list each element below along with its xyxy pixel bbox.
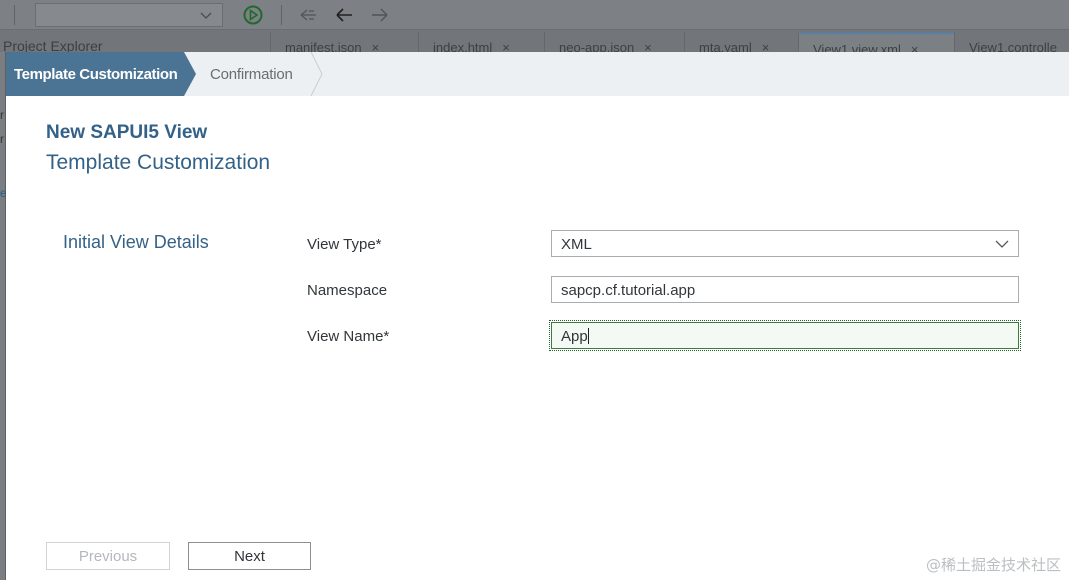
view-name-label: View Name* <box>307 328 390 345</box>
text-caret <box>587 328 589 344</box>
section-label-initial-view-details: Initial View Details <box>63 232 209 252</box>
step-template-customization[interactable]: Template Customization <box>6 52 196 96</box>
chevron-down-icon[interactable] <box>995 239 1009 249</box>
wizard-step-navigation: Template Customization Confirmation <box>6 52 1069 96</box>
step-label: Template Customization <box>14 65 178 83</box>
wizard-title: New SAPUI5 View <box>46 122 208 143</box>
ide-toolbar <box>0 0 1069 30</box>
toolbar-separator <box>281 5 282 25</box>
previous-button[interactable]: Previous <box>46 542 170 570</box>
tab-view1-view-xml[interactable]: View1.view.xml × <box>798 32 954 54</box>
tab-manifest-json[interactable]: manifest.json × <box>270 32 418 54</box>
view-type-label: View Type* <box>307 236 382 253</box>
tab-index-html[interactable]: index.html × <box>418 32 544 54</box>
view-type-select[interactable]: XML <box>551 230 1019 257</box>
namespace-input[interactable]: sapcp.cf.tutorial.app <box>551 276 1019 303</box>
back-arrow-icon[interactable] <box>334 6 354 24</box>
tab-mta-yaml[interactable]: mta.yaml × <box>684 32 798 54</box>
toolbar-separator <box>14 5 15 25</box>
view-name-value: App <box>561 328 588 345</box>
step-label: Confirmation <box>210 65 293 83</box>
panel-edge-glyph: r <box>0 108 4 122</box>
step-confirmation[interactable]: Confirmation <box>210 52 330 96</box>
panel-edge-glyph: r <box>0 132 4 146</box>
namespace-label: Namespace <box>307 282 388 299</box>
view-name-input[interactable]: App <box>549 320 1021 351</box>
tab-neo-app-json[interactable]: neo-app.json × <box>544 32 684 54</box>
run-icon[interactable] <box>242 4 264 26</box>
ide-editor-tabbar: Project Explorer manifest.json × index.ht… <box>0 30 1069 54</box>
forward-arrow-icon[interactable] <box>370 6 390 24</box>
history-back-icon[interactable] <box>298 6 318 24</box>
step-chevron-icon <box>310 52 323 96</box>
wizard-subtitle: Template Customization <box>46 151 271 174</box>
view-type-value: XML <box>561 236 592 253</box>
tab-view1-controller[interactable]: View1.controlle <box>954 32 1069 54</box>
watermark: @稀土掘金技术社区 <box>925 556 1061 574</box>
chevron-down-icon <box>200 12 212 19</box>
namespace-value: sapcp.cf.tutorial.app <box>561 282 696 299</box>
run-configuration-select[interactable] <box>35 3 223 27</box>
new-view-wizard-dialog: Template Customization Confirmation New … <box>6 52 1069 580</box>
next-button[interactable]: Next <box>188 542 311 570</box>
